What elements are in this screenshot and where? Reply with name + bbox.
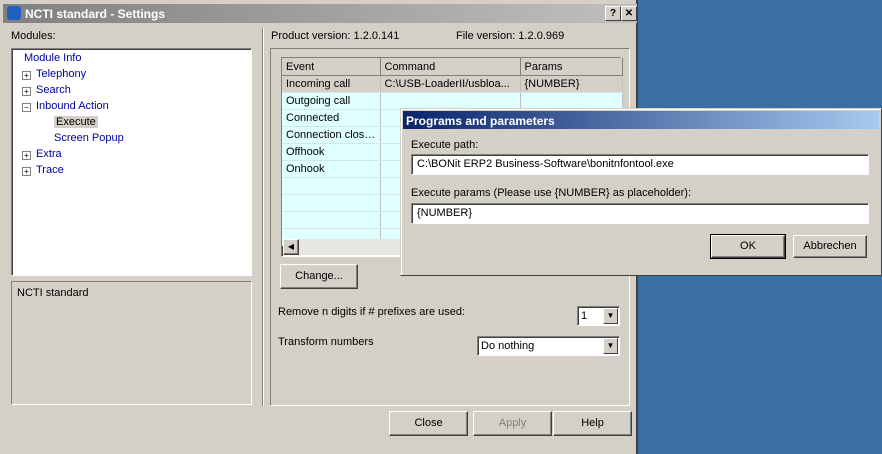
tree-expander-icon[interactable]: + — [22, 71, 31, 80]
product-version: Product version: 1.2.0.141 — [271, 30, 400, 42]
help-title-button[interactable]: ? — [605, 6, 621, 21]
file-version: File version: 1.2.0.969 — [456, 30, 565, 42]
help-button[interactable]: Help — [553, 411, 632, 436]
table-cell: Connected — [282, 109, 381, 127]
app-icon — [7, 6, 21, 20]
table-cell — [380, 92, 521, 110]
table-cell: Incoming call — [282, 75, 381, 93]
tree-item-search[interactable]: Search — [36, 84, 71, 96]
modules-label: Modules: — [11, 30, 56, 42]
tree-expander-icon[interactable]: + — [22, 151, 31, 160]
tree-expander-icon[interactable]: + — [22, 87, 31, 96]
execute-path-input[interactable]: C:\BONit ERP2 Business-Software\bonitnfo… — [411, 154, 869, 175]
dialog-title: Programs and parameters — [406, 114, 555, 128]
table-cell: {NUMBER} — [520, 75, 623, 93]
tree-expander-icon[interactable]: − — [22, 103, 31, 112]
column-header-event[interactable]: Event — [282, 58, 381, 76]
tree-item-trace[interactable]: Trace — [36, 164, 64, 176]
module-description: NCTI standard — [17, 287, 89, 299]
tree-item-inbound-action[interactable]: Inbound Action — [36, 100, 109, 112]
cancel-button[interactable]: Abbrechen — [793, 235, 867, 258]
chevron-down-icon[interactable]: ▼ — [603, 308, 618, 324]
column-header-params[interactable]: Params — [520, 58, 623, 76]
window-title: NCTI standard - Settings — [25, 7, 166, 21]
chevron-down-icon[interactable]: ▼ — [603, 338, 618, 354]
close-button[interactable]: Close — [389, 411, 468, 436]
module-description-panel: NCTI standard — [11, 281, 252, 405]
transform-select[interactable]: Do nothing ▼ — [477, 336, 620, 356]
execute-params-input[interactable]: {NUMBER} — [411, 203, 869, 224]
table-cell: C:\USB-LoaderII/usbloa... — [380, 75, 521, 93]
programs-dialog: Programs and parameters Execute path: C:… — [400, 108, 882, 276]
tree-item-telephony[interactable]: Telephony — [36, 68, 86, 80]
dialog-titlebar[interactable]: Programs and parameters — [403, 111, 879, 129]
apply-button[interactable]: Apply — [473, 411, 552, 436]
table-cell: Onhook — [282, 160, 381, 178]
table-row[interactable]: Incoming call C:\USB-LoaderII/usbloa... {N… — [282, 75, 623, 93]
table-cell — [282, 211, 381, 229]
table-cell: Outgoing call — [282, 92, 381, 110]
vertical-divider — [262, 28, 264, 406]
execute-params-label: Execute params (Please use {NUMBER} as p… — [411, 187, 692, 199]
tree-item-screen-popup[interactable]: Screen Popup — [54, 132, 124, 144]
tree-expander-icon[interactable]: + — [22, 167, 31, 176]
window-titlebar[interactable]: NCTI standard - Settings ? ✕ — [3, 4, 637, 23]
table-cell: Offhook — [282, 143, 381, 161]
table-cell: Connection closed — [282, 126, 381, 144]
modules-tree[interactable]: Module Info + Telephony + Search − Inbound Act… — [11, 48, 252, 276]
table-cell — [282, 194, 381, 212]
column-header-command[interactable]: Command — [380, 58, 521, 76]
change-button[interactable]: Change... — [280, 264, 358, 289]
table-row[interactable]: Outgoing call — [282, 92, 623, 110]
execute-path-label: Execute path: — [411, 139, 479, 151]
table-cell — [520, 92, 623, 110]
close-title-button[interactable]: ✕ — [621, 6, 637, 21]
tree-item-execute[interactable]: Execute — [54, 116, 98, 128]
remove-digits-value: 1 — [581, 310, 588, 322]
transform-value: Do nothing — [481, 340, 535, 352]
remove-digits-label: Remove n digits if # prefixes are used: — [278, 306, 466, 318]
table-cell — [282, 177, 381, 195]
scroll-left-icon[interactable]: ◀ — [283, 239, 299, 255]
ok-button[interactable]: OK — [710, 234, 786, 259]
transform-label: Transform numbers — [278, 336, 374, 348]
tree-item-extra[interactable]: Extra — [36, 148, 62, 160]
tree-item-module-info[interactable]: Module Info — [24, 52, 81, 64]
remove-digits-select[interactable]: 1 ▼ — [577, 306, 620, 326]
